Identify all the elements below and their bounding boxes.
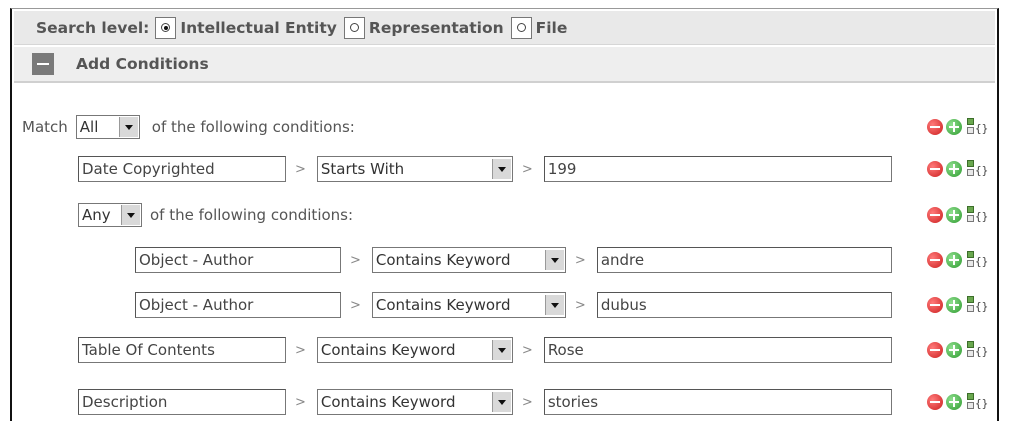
separator-icon: > xyxy=(350,297,361,313)
row-actions: {} xyxy=(927,205,988,225)
add-group-icon[interactable]: {} xyxy=(967,250,988,270)
add-group-icon[interactable]: {} xyxy=(967,205,988,225)
chevron-down-icon[interactable] xyxy=(491,159,511,179)
separator-icon: > xyxy=(350,252,361,268)
row-actions: {} xyxy=(927,159,988,179)
condition-row: Description > Contains Keyword > stories… xyxy=(12,387,997,417)
operator-select[interactable]: Starts With xyxy=(316,156,513,182)
radio-label-file[interactable]: File xyxy=(536,19,568,37)
match-select-value: All xyxy=(79,118,99,136)
radio-intellectual-entity[interactable] xyxy=(155,16,177,39)
remove-condition-icon[interactable] xyxy=(927,342,943,358)
add-condition-icon[interactable] xyxy=(946,297,962,313)
add-group-icon[interactable]: {} xyxy=(967,295,988,315)
add-condition-icon[interactable] xyxy=(946,207,962,223)
advanced-search-panel: Search level: Intellectual Entity Repres… xyxy=(10,8,999,421)
add-condition-icon[interactable] xyxy=(946,161,962,177)
root-match-row: Match All of the following conditions: {… xyxy=(14,112,997,142)
operator-select[interactable]: Contains Keyword xyxy=(371,292,566,318)
radio-label-intellectual-entity[interactable]: Intellectual Entity xyxy=(180,19,337,37)
add-condition-icon[interactable] xyxy=(946,252,962,268)
add-group-icon[interactable]: {} xyxy=(967,117,988,137)
radio-representation[interactable] xyxy=(343,16,365,39)
field-name-input[interactable]: Object - Author xyxy=(135,292,341,318)
separator-icon: > xyxy=(574,252,586,268)
row-actions: {} xyxy=(927,340,988,360)
group-row: Any of the following conditions: {} xyxy=(12,200,997,230)
value-input[interactable]: dubus xyxy=(596,292,892,318)
field-name-input[interactable]: Description xyxy=(78,389,286,415)
value-input[interactable]: 199 xyxy=(543,156,892,182)
field-name-input[interactable]: Date Copyrighted xyxy=(78,156,286,182)
row-actions: {} xyxy=(927,117,988,137)
chevron-down-icon[interactable] xyxy=(118,117,138,137)
condition-row: Table Of Contents > Contains Keyword > R… xyxy=(12,335,997,365)
separator-icon: > xyxy=(295,161,306,177)
operator-select[interactable]: Contains Keyword xyxy=(371,247,566,273)
match-suffix: of the following conditions: xyxy=(151,118,355,136)
condition-row: Object - Author > Contains Keyword > and… xyxy=(12,245,997,275)
add-group-icon[interactable]: {} xyxy=(967,392,988,412)
row-actions: {} xyxy=(927,392,988,412)
group-match-select[interactable]: Any xyxy=(78,203,142,227)
operator-select[interactable]: Contains Keyword xyxy=(316,337,513,363)
radio-label-representation[interactable]: Representation xyxy=(369,19,504,37)
match-label: Match xyxy=(22,118,68,136)
remove-condition-icon[interactable] xyxy=(927,207,943,223)
remove-condition-icon[interactable] xyxy=(927,297,943,313)
add-condition-icon[interactable] xyxy=(946,342,962,358)
condition-row: Date Copyrighted > Starts With > 199 {} xyxy=(12,154,997,184)
separator-icon: > xyxy=(521,161,533,177)
value-input[interactable]: Rose xyxy=(543,337,892,363)
add-condition-icon[interactable] xyxy=(946,394,962,410)
row-actions: {} xyxy=(927,295,988,315)
chevron-down-icon[interactable] xyxy=(491,340,511,360)
value-input[interactable]: andre xyxy=(596,247,892,273)
section-title: Add Conditions xyxy=(76,55,209,73)
row-actions: {} xyxy=(927,250,988,270)
group-suffix: of the following conditions: xyxy=(150,206,354,224)
field-name-input[interactable]: Table Of Contents xyxy=(78,337,286,363)
chevron-down-icon[interactable] xyxy=(544,250,564,270)
match-select[interactable]: All xyxy=(75,115,140,139)
separator-icon: > xyxy=(521,342,533,358)
separator-icon: > xyxy=(295,342,306,358)
chevron-down-icon[interactable] xyxy=(544,295,564,315)
remove-condition-icon[interactable] xyxy=(927,252,943,268)
group-match-value: Any xyxy=(82,206,111,224)
chevron-down-icon[interactable] xyxy=(121,205,140,225)
operator-select[interactable]: Contains Keyword xyxy=(316,389,513,415)
collapse-icon[interactable] xyxy=(32,53,54,75)
radio-file[interactable] xyxy=(510,16,532,39)
remove-condition-icon[interactable] xyxy=(927,161,943,177)
separator-icon: > xyxy=(574,297,586,313)
add-condition-icon[interactable] xyxy=(946,119,962,135)
remove-condition-icon[interactable] xyxy=(927,119,943,135)
search-level-label: Search level: xyxy=(36,18,150,37)
search-level-bar: Search level: Intellectual Entity Repres… xyxy=(14,11,995,45)
chevron-down-icon[interactable] xyxy=(491,392,511,412)
operator-select-value: Contains Keyword xyxy=(375,296,511,314)
add-conditions-header: Add Conditions xyxy=(14,47,995,83)
field-name-input[interactable]: Object - Author xyxy=(135,247,341,273)
value-input[interactable]: stories xyxy=(543,389,892,415)
operator-select-value: Starts With xyxy=(320,160,405,178)
operator-select-value: Contains Keyword xyxy=(375,251,511,269)
separator-icon: > xyxy=(295,394,306,410)
operator-select-value: Contains Keyword xyxy=(320,393,456,411)
remove-condition-icon[interactable] xyxy=(927,394,943,410)
add-group-icon[interactable]: {} xyxy=(967,159,988,179)
condition-row: Object - Author > Contains Keyword > dub… xyxy=(12,290,997,320)
operator-select-value: Contains Keyword xyxy=(320,341,456,359)
separator-icon: > xyxy=(521,394,533,410)
add-group-icon[interactable]: {} xyxy=(967,340,988,360)
